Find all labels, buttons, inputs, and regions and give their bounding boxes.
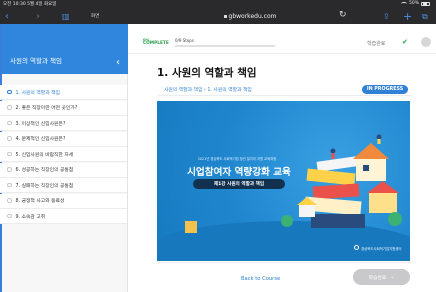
collapse-sidebar-icon[interactable]: ‹ xyxy=(116,58,120,68)
reader-button[interactable]: 화면 xyxy=(91,13,99,19)
battery-icon xyxy=(421,1,430,6)
tabs-icon[interactable]: ⧉ xyxy=(422,10,428,23)
lesson-status-icon xyxy=(7,182,12,188)
status-badge: IN PROGRESS xyxy=(362,85,408,94)
lesson-label: 9. 소속감 고취 xyxy=(15,214,46,220)
book-icon[interactable]: ▥ xyxy=(62,10,70,23)
sidebar-lesson-item[interactable]: 3. 이상적인 신입사원은? xyxy=(0,116,127,131)
lesson-status-icon xyxy=(7,151,12,157)
lesson-status-icon xyxy=(7,105,12,110)
header-divider xyxy=(129,53,436,54)
check-icon: ✔ xyxy=(402,38,408,46)
status-bar: 오전 10:30 5월 4일 화요일 50% xyxy=(0,0,436,9)
wifi-icon xyxy=(400,1,407,6)
lesson-label: 2. 좋은 직장이란 어떤 곳인가? xyxy=(15,106,78,111)
lesson-status-icon xyxy=(7,198,12,203)
lesson-label: 1. 사원의 역할과 책임 xyxy=(15,90,60,96)
browser-top-bar: 오전 10:30 5월 4일 화요일 50% ‹ › ▥ 화면 gbworked… xyxy=(0,0,436,24)
breadcrumb-text[interactable]: 사원의 역할과 책임 › 1. 사원의 역할과 책임 xyxy=(164,86,252,93)
banner-chapter: 제1강 사원의 역할과 책임 xyxy=(193,179,285,189)
lesson-status-icon xyxy=(7,89,12,95)
lesson-status-icon xyxy=(7,136,12,141)
course-banner-image: 2021년 경상북도 사회적기업 청년 일자리 지원 교육과정 시업참여자 역량… xyxy=(157,101,410,261)
sidebar-header xyxy=(0,24,128,74)
sidebar-lesson-item[interactable]: 1. 사원의 역할과 책임 xyxy=(0,85,127,100)
url-bar[interactable]: gbworkedu.com xyxy=(198,11,302,21)
sidebar-lesson-item[interactable]: 7. 실패하는 직장인의 공통점 xyxy=(0,178,127,193)
brand-logo-icon xyxy=(354,245,359,250)
share-icon[interactable]: ⇪ xyxy=(383,10,390,23)
mark-complete-label: 학습완료 xyxy=(368,275,387,281)
reload-icon[interactable]: ↻ xyxy=(339,10,347,20)
back-to-course-link[interactable]: Back to Course xyxy=(241,276,280,282)
progress-bar xyxy=(175,45,275,47)
progress-complete-label: COMPLETE xyxy=(143,41,169,46)
chevron-down-icon: ⌄ xyxy=(390,274,395,280)
lesson-status-icon xyxy=(7,120,12,126)
battery-percent: 50% xyxy=(408,1,419,6)
sidebar-lesson-item[interactable]: 8. 긍정적 사고와 동료성 xyxy=(0,193,127,209)
lock-icon xyxy=(223,14,227,18)
avatar[interactable] xyxy=(421,37,431,47)
lesson-label: 7. 실패하는 직장인의 공통점 xyxy=(15,183,74,189)
mark-complete-button[interactable]: 학습완료 ⌄ xyxy=(353,269,410,285)
forward-arrow-icon[interactable]: › xyxy=(36,10,40,23)
sidebar-lesson-item[interactable]: 5. 신입사원의 바람직한 자세 xyxy=(0,147,127,162)
battery-indicator: 50% xyxy=(400,1,430,6)
lesson-status-icon xyxy=(7,213,12,219)
back-arrow-icon[interactable]: ‹ xyxy=(5,10,9,23)
new-tab-icon[interactable]: + xyxy=(403,10,412,23)
lesson-label: 6. 성공하는 직장인의 공통점 xyxy=(15,168,74,173)
safari-toolbar: ‹ › ▥ 화면 gbworkedu.com ↻ ⇪ + ⧉ xyxy=(0,9,436,24)
lesson-label: 3. 이상적인 신입사원은? xyxy=(15,121,66,127)
lesson-label: 5. 신입사원의 바람직한 자세 xyxy=(15,152,74,158)
sidebar-title: 사원의 역할과 책임 xyxy=(10,57,62,65)
sidebar-lesson-item[interactable]: 9. 소속감 고취 xyxy=(0,209,127,224)
footer-divider xyxy=(157,262,411,263)
sidebar-lesson-item[interactable]: 4. 문제적인 신입사원은? xyxy=(0,131,127,147)
status-time: 오전 10:30 5월 4일 화요일 xyxy=(3,2,57,7)
banner-course-title: 시업참여자 역량강화 교육 xyxy=(187,167,291,178)
lesson-label: 4. 문제적인 신입사원은? xyxy=(15,137,66,142)
sidebar-lesson-item[interactable]: 2. 좋은 직장이란 어떤 곳인가? xyxy=(0,100,127,116)
url-text: gbworkedu.com xyxy=(228,12,277,20)
progress-steps: 0/9 Steps xyxy=(175,38,194,43)
banner-subtitle: 2021년 경상북도 사회적기업 청년 일자리 지원 교육과정 xyxy=(197,157,277,161)
sidebar-lesson-item[interactable]: 6. 성공하는 직장인의 공통점 xyxy=(0,162,127,178)
page-title: 1. 사원의 역할과 책임 xyxy=(157,67,257,79)
mark-complete-link[interactable]: 학습완료 xyxy=(367,40,385,47)
banner-brand: 경상북도사회적기업지원센터 xyxy=(361,247,402,251)
lesson-label: 8. 긍정적 사고와 동료성 xyxy=(15,199,65,204)
lesson-status-icon xyxy=(7,167,12,172)
